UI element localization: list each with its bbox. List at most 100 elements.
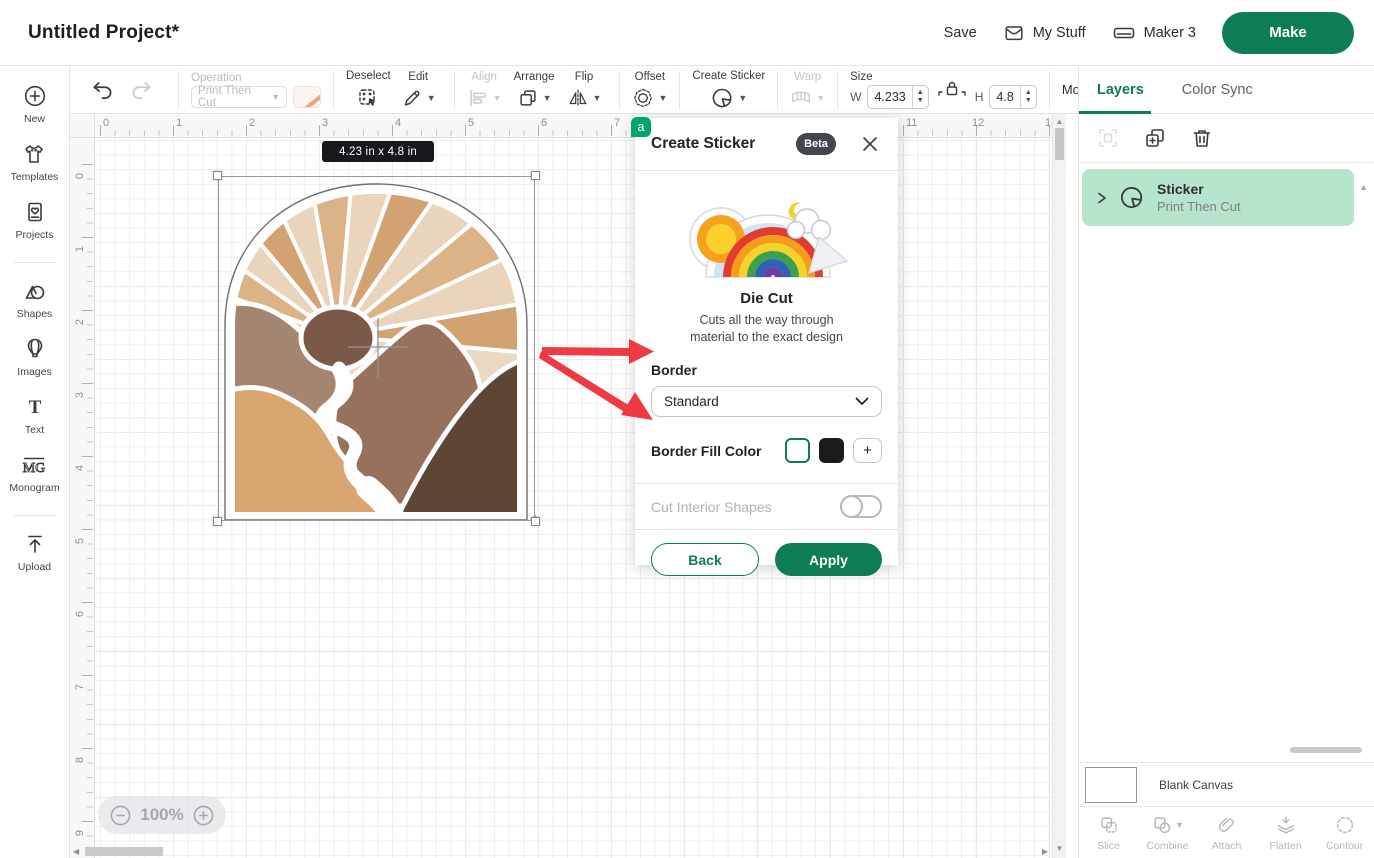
offset-button[interactable]: Offset ▼ [632, 71, 667, 109]
caret-down-icon: ▼ [738, 93, 747, 103]
blank-canvas-swatch[interactable] [1085, 767, 1137, 803]
undo-button[interactable] [90, 77, 116, 103]
apply-button[interactable]: Apply [775, 543, 882, 576]
selection-size-tooltip: 4.23 in x 4.8 in [322, 141, 434, 162]
slice-button[interactable]: Slice [1079, 807, 1138, 858]
sticker-design-artwork[interactable] [218, 176, 535, 521]
new-plus-icon [23, 84, 47, 108]
vscroll-thumb[interactable] [1055, 128, 1064, 160]
layer-expand-chevron[interactable] [1095, 191, 1109, 205]
dialog-header: Create Sticker Beta [635, 118, 898, 171]
hot-air-balloon-icon [23, 337, 47, 361]
contour-button[interactable]: Contour [1315, 807, 1374, 858]
layers-hscroll-thumb[interactable] [1290, 747, 1362, 753]
toolbar-divider [619, 71, 620, 109]
sidebar-item-new[interactable]: New [23, 84, 47, 125]
combine-button[interactable]: ▼ Combine [1138, 807, 1197, 858]
make-button[interactable]: Make [1222, 12, 1354, 54]
selection-handle-bottom-left[interactable] [213, 517, 222, 526]
blank-canvas-row[interactable]: Blank Canvas [1079, 762, 1374, 806]
caret-down-icon: ▼ [1175, 820, 1184, 830]
border-select[interactable]: Standard [651, 386, 882, 417]
tab-layers[interactable]: Layers [1097, 82, 1144, 98]
close-icon[interactable] [860, 134, 880, 154]
border-fill-color-row: Border Fill Color + [651, 438, 882, 463]
operation-color-swatch[interactable] [293, 86, 321, 108]
selection-handle-top-left[interactable] [213, 171, 222, 180]
beta-badge: Beta [796, 133, 836, 155]
zoom-level: 100% [140, 805, 183, 825]
border-label: Border [651, 362, 898, 378]
sidebar-item-templates[interactable]: Templates [11, 142, 59, 183]
vscroll-down-arrow[interactable]: ▼ [1053, 844, 1066, 853]
ruler-corner [70, 114, 95, 138]
delete-button[interactable] [1190, 126, 1214, 150]
sidebar-item-text[interactable]: T Text [23, 395, 47, 436]
svg-text:MG: MG [23, 461, 46, 476]
size-group: Size W 4.233 ▲▼ H 4.8 ▲▼ [850, 71, 1037, 109]
sidebar-item-images[interactable]: Images [17, 337, 51, 378]
selection-handle-bottom-right[interactable] [531, 517, 540, 526]
mailbox-icon [1003, 22, 1025, 44]
toolbar-divider [679, 71, 680, 109]
cut-interior-toggle[interactable] [840, 495, 882, 518]
combine-icon [1151, 814, 1173, 836]
slice-icon [1098, 814, 1120, 836]
tab-color-sync[interactable]: Color Sync [1182, 82, 1253, 98]
fill-color-black-swatch[interactable] [819, 438, 844, 463]
height-stepper[interactable]: ▲▼ [1020, 86, 1036, 108]
back-button[interactable]: Back [651, 543, 759, 576]
machine-select-button[interactable]: Maker 3 [1112, 21, 1196, 45]
layer-item-sticker[interactable]: Sticker Print Then Cut [1082, 169, 1354, 226]
height-input[interactable]: 4.8 ▲▼ [989, 85, 1036, 109]
toggle-knob [840, 495, 863, 518]
canvas-area[interactable]: 0 1 2 3 4 5 6 7 8 9 10 11 12 13 0 1 2 3 … [70, 114, 1052, 858]
size-lock-icon[interactable] [937, 79, 967, 99]
align-button[interactable]: Align ▼ [467, 71, 502, 109]
cutting-machine-icon [1112, 21, 1136, 45]
duplicate-button[interactable] [1143, 126, 1167, 150]
toolbar-divider [1049, 71, 1050, 109]
sidebar-item-upload[interactable]: Upload [18, 532, 51, 573]
flatten-button[interactable]: Flatten [1256, 807, 1315, 858]
project-title: Untitled Project* [28, 22, 179, 44]
group-button[interactable] [1096, 126, 1120, 150]
hscroll-left-arrow[interactable]: ◀ [73, 847, 79, 856]
hscroll-thumb[interactable] [85, 847, 163, 856]
save-button[interactable]: Save [944, 25, 977, 41]
flip-button[interactable]: Flip ▼ [567, 71, 602, 109]
deselect-button[interactable]: Deselect [346, 70, 391, 110]
width-input[interactable]: 4.233 ▲▼ [867, 85, 928, 109]
fill-color-white-swatch[interactable] [785, 438, 810, 463]
arrange-button[interactable]: Arrange ▼ [514, 71, 555, 109]
caret-down-icon: ▼ [658, 93, 667, 103]
plus-icon: + [863, 442, 872, 459]
cut-type-title: Die Cut [635, 290, 898, 307]
warp-icon [790, 87, 812, 109]
selection-handle-top-right[interactable] [531, 171, 540, 180]
width-stepper[interactable]: ▲▼ [912, 86, 928, 108]
create-sticker-button[interactable]: Create Sticker ▼ [692, 70, 765, 110]
my-stuff-button[interactable]: My Stuff [1003, 22, 1086, 44]
edit-button[interactable]: Edit ▼ [401, 71, 436, 109]
tshirt-icon [22, 142, 46, 166]
flatten-icon [1275, 814, 1297, 836]
layers-scroll-up-arrow[interactable]: ▲ [1359, 182, 1368, 192]
zoom-out-button[interactable] [110, 805, 131, 826]
redo-button[interactable] [128, 77, 154, 103]
add-color-button[interactable]: + [853, 438, 882, 463]
warp-button[interactable]: Warp ▼ [790, 71, 825, 109]
create-sticker-dialog: Create Sticker Beta Die Cu [635, 118, 898, 565]
attach-button[interactable]: Attach [1197, 807, 1256, 858]
toolbar-divider [454, 71, 455, 109]
operation-group: Operation Print Then Cut▼ [191, 72, 321, 108]
operation-select[interactable]: Print Then Cut▼ [191, 86, 287, 108]
chevron-down-icon [855, 397, 869, 406]
zoom-in-button[interactable] [193, 805, 214, 826]
sidebar-item-shapes[interactable]: Shapes [17, 279, 53, 320]
layers-panel: Layers Color Sync Sticker Print Then Cut… [1078, 66, 1374, 858]
vscroll-up-arrow[interactable]: ▲ [1053, 117, 1066, 126]
sidebar-item-monogram[interactable]: MG Monogram [9, 453, 59, 494]
hscroll-right-arrow[interactable]: ▶ [1042, 847, 1048, 856]
sidebar-item-projects[interactable]: Projects [16, 200, 54, 241]
